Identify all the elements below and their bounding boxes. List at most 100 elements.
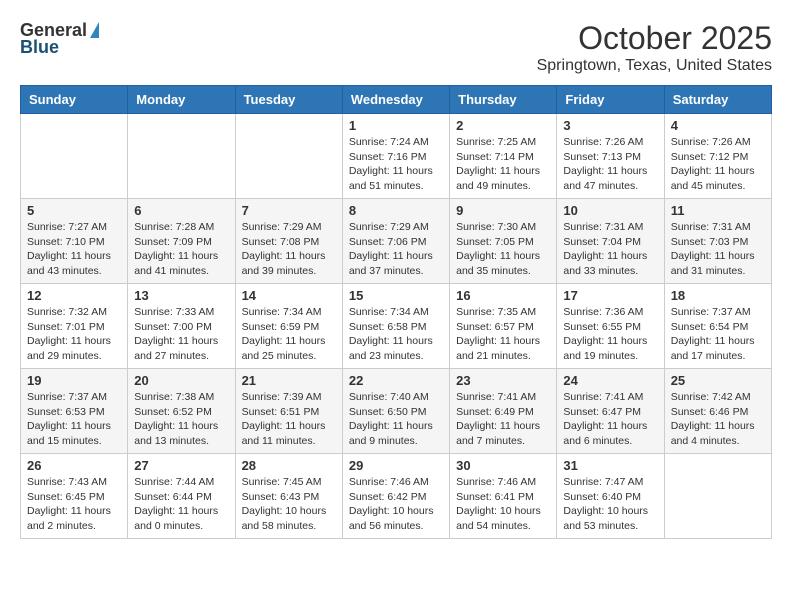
- day-info: Sunrise: 7:31 AMSunset: 7:03 PMDaylight:…: [671, 220, 765, 279]
- col-monday: Monday: [128, 86, 235, 114]
- day-info: Sunrise: 7:44 AMSunset: 6:44 PMDaylight:…: [134, 475, 228, 534]
- table-row: 29Sunrise: 7:46 AMSunset: 6:42 PMDayligh…: [342, 454, 449, 539]
- table-row: 28Sunrise: 7:45 AMSunset: 6:43 PMDayligh…: [235, 454, 342, 539]
- table-row: 16 Sunrise: 7:35 AMSunset: 6:57 PMDayligh…: [450, 284, 557, 369]
- calendar: Sunday Monday Tuesday Wednesday Thursday…: [20, 85, 772, 539]
- table-row: 30 Sunrise: 7:46 AMSunset: 6:41 PMDayligh…: [450, 454, 557, 539]
- day-info: Sunrise: 7:47 AMSunset: 6:40 PMDaylight:…: [563, 475, 657, 534]
- day-info: Sunrise: 7:34 AMSunset: 6:59 PMDaylight:…: [242, 305, 336, 364]
- day-info: Sunrise: 7:39 AMSunset: 6:51 PMDaylight:…: [242, 390, 336, 449]
- col-friday: Friday: [557, 86, 664, 114]
- day-info: Sunrise: 7:42 AMSunset: 6:46 PMDaylight:…: [671, 390, 765, 449]
- day-info: Sunrise: 7:32 AMSunset: 7:01 PMDaylight:…: [27, 305, 121, 364]
- table-row: 26Sunrise: 7:43 AMSunset: 6:45 PMDayligh…: [21, 454, 128, 539]
- day-info: Sunrise: 7:35 AMSunset: 6:57 PMDaylight:…: [456, 305, 550, 364]
- day-number: 18: [671, 288, 765, 303]
- table-row: [21, 114, 128, 199]
- logo-arrow-icon: [90, 22, 99, 38]
- table-row: 20 Sunrise: 7:38 AMSunset: 6:52 PMDayligh…: [128, 369, 235, 454]
- table-row: 11 Sunrise: 7:31 AMSunset: 7:03 PMDayligh…: [664, 199, 771, 284]
- table-row: 17 Sunrise: 7:36 AMSunset: 6:55 PMDayligh…: [557, 284, 664, 369]
- day-info: Sunrise: 7:36 AMSunset: 6:55 PMDaylight:…: [563, 305, 657, 364]
- title-area: October 2025 Springtown, Texas, United S…: [537, 20, 772, 75]
- day-info: Sunrise: 7:24 AMSunset: 7:16 PMDaylight:…: [349, 135, 443, 194]
- day-info: Sunrise: 7:29 AMSunset: 7:08 PMDaylight:…: [242, 220, 336, 279]
- table-row: 27 Sunrise: 7:44 AMSunset: 6:44 PMDayligh…: [128, 454, 235, 539]
- table-row: 15Sunrise: 7:34 AMSunset: 6:58 PMDayligh…: [342, 284, 449, 369]
- day-number: 5: [27, 203, 121, 218]
- table-row: 2Sunrise: 7:25 AMSunset: 7:14 PMDaylight…: [450, 114, 557, 199]
- day-number: 17: [563, 288, 657, 303]
- day-info: Sunrise: 7:31 AMSunset: 7:04 PMDaylight:…: [563, 220, 657, 279]
- table-row: 5 Sunrise: 7:27 AMSunset: 7:10 PMDaylight…: [21, 199, 128, 284]
- day-info: Sunrise: 7:33 AMSunset: 7:00 PMDaylight:…: [134, 305, 228, 364]
- day-number: 28: [242, 458, 336, 473]
- day-number: 6: [134, 203, 228, 218]
- day-info: Sunrise: 7:46 AMSunset: 6:41 PMDaylight:…: [456, 475, 550, 534]
- day-number: 27: [134, 458, 228, 473]
- day-number: 19: [27, 373, 121, 388]
- day-info: Sunrise: 7:38 AMSunset: 6:52 PMDaylight:…: [134, 390, 228, 449]
- table-row: 19 Sunrise: 7:37 AMSunset: 6:53 PMDayligh…: [21, 369, 128, 454]
- day-number: 9: [456, 203, 550, 218]
- table-row: 13 Sunrise: 7:33 AMSunset: 7:00 PMDayligh…: [128, 284, 235, 369]
- table-row: 25 Sunrise: 7:42 AMSunset: 6:46 PMDayligh…: [664, 369, 771, 454]
- day-number: 14: [242, 288, 336, 303]
- table-row: 3 Sunrise: 7:26 AMSunset: 7:13 PMDaylight…: [557, 114, 664, 199]
- day-number: 20: [134, 373, 228, 388]
- calendar-week-4: 19 Sunrise: 7:37 AMSunset: 6:53 PMDayligh…: [21, 369, 772, 454]
- col-wednesday: Wednesday: [342, 86, 449, 114]
- day-number: 11: [671, 203, 765, 218]
- table-row: 18Sunrise: 7:37 AMSunset: 6:54 PMDayligh…: [664, 284, 771, 369]
- col-saturday: Saturday: [664, 86, 771, 114]
- day-number: 4: [671, 118, 765, 133]
- day-number: 2: [456, 118, 550, 133]
- day-number: 16: [456, 288, 550, 303]
- day-info: Sunrise: 7:46 AMSunset: 6:42 PMDaylight:…: [349, 475, 443, 534]
- day-number: 21: [242, 373, 336, 388]
- table-row: 24Sunrise: 7:41 AMSunset: 6:47 PMDayligh…: [557, 369, 664, 454]
- day-number: 1: [349, 118, 443, 133]
- day-number: 30: [456, 458, 550, 473]
- day-number: 12: [27, 288, 121, 303]
- day-number: 31: [563, 458, 657, 473]
- table-row: 22Sunrise: 7:40 AMSunset: 6:50 PMDayligh…: [342, 369, 449, 454]
- table-row: 14 Sunrise: 7:34 AMSunset: 6:59 PMDayligh…: [235, 284, 342, 369]
- table-row: 10 Sunrise: 7:31 AMSunset: 7:04 PMDayligh…: [557, 199, 664, 284]
- day-info: Sunrise: 7:37 AMSunset: 6:53 PMDaylight:…: [27, 390, 121, 449]
- table-row: 9 Sunrise: 7:30 AMSunset: 7:05 PMDaylight…: [450, 199, 557, 284]
- table-row: 1 Sunrise: 7:24 AMSunset: 7:16 PMDaylight…: [342, 114, 449, 199]
- header: General Blue October 2025 Springtown, Te…: [20, 20, 772, 75]
- day-info: Sunrise: 7:26 AMSunset: 7:12 PMDaylight:…: [671, 135, 765, 194]
- day-info: Sunrise: 7:28 AMSunset: 7:09 PMDaylight:…: [134, 220, 228, 279]
- day-info: Sunrise: 7:26 AMSunset: 7:13 PMDaylight:…: [563, 135, 657, 194]
- day-info: Sunrise: 7:41 AMSunset: 6:47 PMDaylight:…: [563, 390, 657, 449]
- table-row: 6 Sunrise: 7:28 AMSunset: 7:09 PMDaylight…: [128, 199, 235, 284]
- day-number: 10: [563, 203, 657, 218]
- table-row: 23 Sunrise: 7:41 AMSunset: 6:49 PMDayligh…: [450, 369, 557, 454]
- day-number: 25: [671, 373, 765, 388]
- col-sunday: Sunday: [21, 86, 128, 114]
- logo-blue-text: Blue: [20, 37, 59, 58]
- table-row: 21 Sunrise: 7:39 AMSunset: 6:51 PMDayligh…: [235, 369, 342, 454]
- day-number: 7: [242, 203, 336, 218]
- table-row: [235, 114, 342, 199]
- day-info: Sunrise: 7:29 AMSunset: 7:06 PMDaylight:…: [349, 220, 443, 279]
- day-number: 8: [349, 203, 443, 218]
- day-number: 3: [563, 118, 657, 133]
- calendar-week-1: 1 Sunrise: 7:24 AMSunset: 7:16 PMDaylight…: [21, 114, 772, 199]
- day-info: Sunrise: 7:41 AMSunset: 6:49 PMDaylight:…: [456, 390, 550, 449]
- calendar-week-5: 26Sunrise: 7:43 AMSunset: 6:45 PMDayligh…: [21, 454, 772, 539]
- calendar-week-3: 12 Sunrise: 7:32 AMSunset: 7:01 PMDayligh…: [21, 284, 772, 369]
- day-number: 15: [349, 288, 443, 303]
- location: Springtown, Texas, United States: [537, 57, 772, 75]
- month-title: October 2025: [537, 20, 772, 57]
- header-row: Sunday Monday Tuesday Wednesday Thursday…: [21, 86, 772, 114]
- table-row: 8 Sunrise: 7:29 AMSunset: 7:06 PMDaylight…: [342, 199, 449, 284]
- day-number: 13: [134, 288, 228, 303]
- day-info: Sunrise: 7:43 AMSunset: 6:45 PMDaylight:…: [27, 475, 121, 534]
- table-row: 31 Sunrise: 7:47 AMSunset: 6:40 PMDayligh…: [557, 454, 664, 539]
- day-info: Sunrise: 7:27 AMSunset: 7:10 PMDaylight:…: [27, 220, 121, 279]
- day-info: Sunrise: 7:30 AMSunset: 7:05 PMDaylight:…: [456, 220, 550, 279]
- day-number: 23: [456, 373, 550, 388]
